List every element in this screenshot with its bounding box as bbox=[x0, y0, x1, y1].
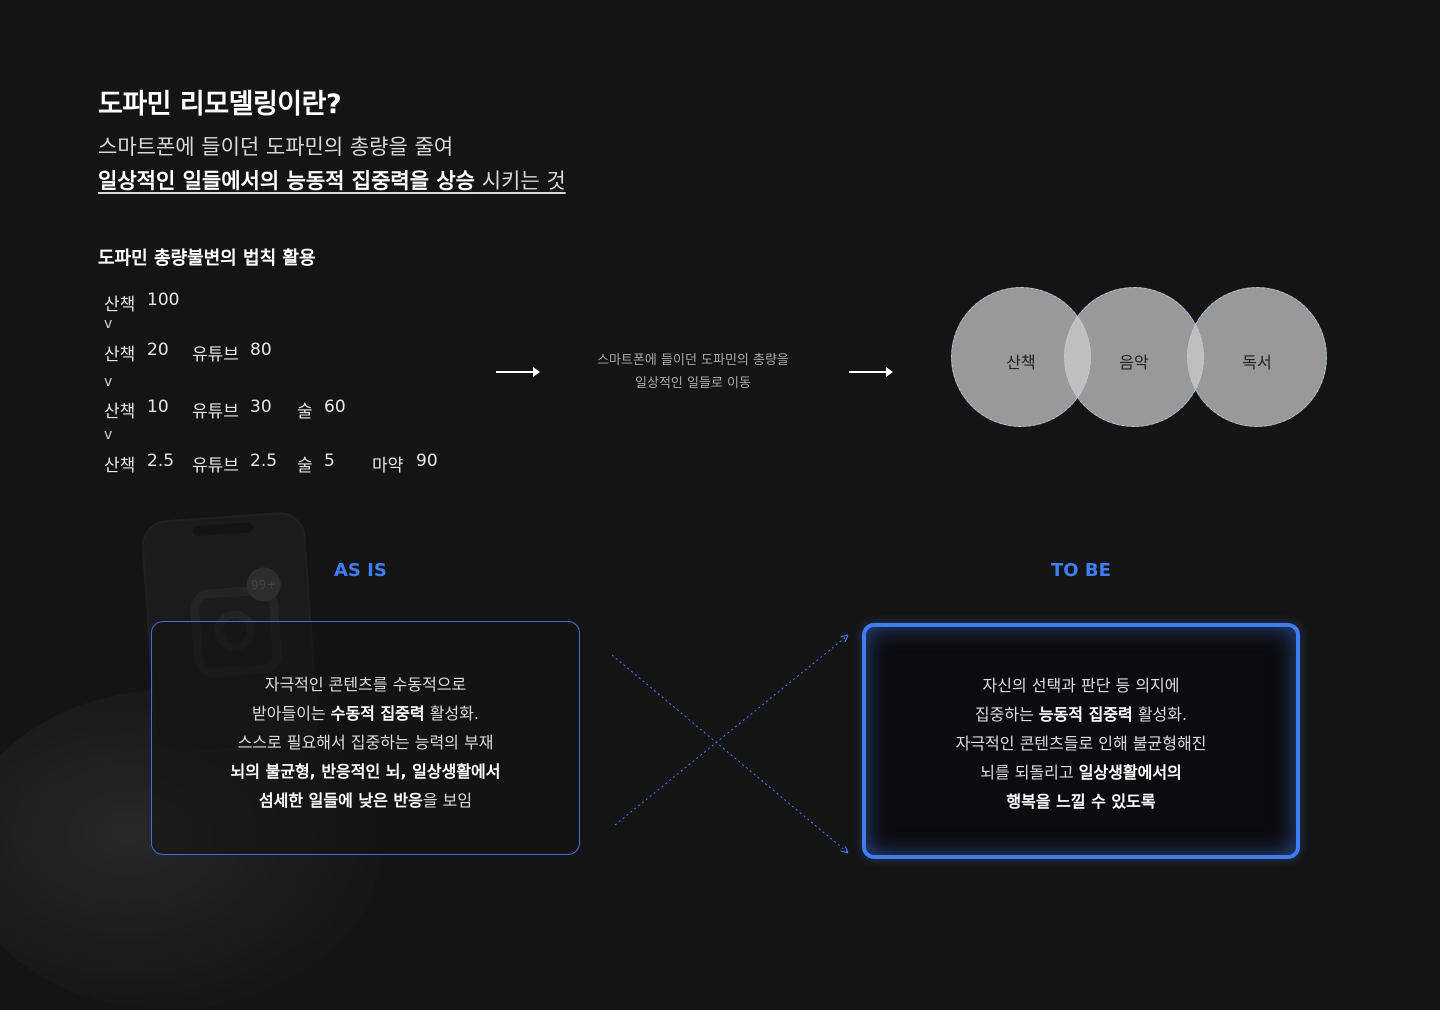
text-segment: 자극적인 콘텐츠들로 인해 불균형해진 bbox=[955, 734, 1207, 753]
section-subtitle: 도파민 총량불변의 법칙 활용 bbox=[98, 248, 316, 269]
text-segment-bold: 섬세한 일들에 낮은 반응 bbox=[258, 791, 423, 810]
to-be-box: 자신의 선택과 판단 등 의지에 집중하는 능동적 집중력 활성화. 자극적인 … bbox=[862, 623, 1300, 859]
flow-line-1: 스마트폰에 들이던 도파민의 총량을 bbox=[597, 353, 789, 368]
text-segment: 을 보임 bbox=[422, 791, 473, 810]
row-value: 20 bbox=[147, 340, 169, 360]
text-segment: 받아들이는 bbox=[252, 704, 331, 723]
asis-to-tobe-line bbox=[614, 636, 847, 826]
text-segment-bold: 행복을 느낄 수 있도록 bbox=[1006, 792, 1156, 811]
as-is-line: 스스로 필요해서 집중하는 능력의 부재 bbox=[152, 728, 579, 757]
row-label: 산책 bbox=[104, 295, 136, 315]
description-highlight: 일상적인 일들에서의 능동적 집중력을 상승 bbox=[98, 169, 476, 193]
to-be-line: 자극적인 콘텐츠들로 인해 불균형해진 bbox=[866, 729, 1296, 758]
row-label: 마약 bbox=[372, 456, 404, 476]
as-is-line: 받아들이는 수동적 집중력 활성화. bbox=[152, 699, 579, 728]
as-is-heading: AS IS bbox=[334, 560, 387, 581]
text-segment: 집중하는 bbox=[974, 705, 1039, 724]
down-chevron-icon: v bbox=[104, 374, 113, 390]
flow-line-2: 일상적인 일들로 이동 bbox=[635, 376, 751, 391]
row-value: 80 bbox=[250, 340, 272, 360]
row-label: 유튜브 bbox=[192, 402, 239, 422]
venn-label-reading: 독서 bbox=[1242, 353, 1272, 372]
as-is-text: 자극적인 콘텐츠를 수동적으로 받아들이는 수동적 집중력 활성화. 스스로 필… bbox=[152, 670, 579, 815]
tobe-to-asis-line bbox=[611, 654, 847, 852]
description-line-2: 일상적인 일들에서의 능동적 집중력을 상승 시키는 것 bbox=[98, 165, 566, 195]
text-segment-bold: 뇌의 불균형, 반응적인 뇌, 일상생활에서 bbox=[230, 762, 501, 781]
to-be-heading: TO BE bbox=[1051, 560, 1111, 581]
as-is-box: 자극적인 콘텐츠를 수동적으로 받아들이는 수동적 집중력 활성화. 스스로 필… bbox=[151, 621, 580, 855]
row-value: 30 bbox=[250, 397, 272, 417]
description-rest: 시키는 것 bbox=[475, 169, 566, 193]
to-be-line: 뇌를 되돌리고 일상생활에서의 bbox=[866, 758, 1296, 787]
row-label: 산책 bbox=[104, 402, 136, 422]
row-label: 유튜브 bbox=[192, 456, 239, 476]
text-segment: 활성화. bbox=[1132, 705, 1188, 724]
text-segment: 활성화. bbox=[424, 704, 479, 723]
text-segment: 스스로 필요해서 집중하는 능력의 부재 bbox=[237, 733, 494, 752]
to-be-line: 행복을 느낄 수 있도록 bbox=[866, 787, 1296, 816]
text-segment: 자극적인 콘텐츠를 수동적으로 bbox=[264, 675, 467, 694]
row-value: 90 bbox=[416, 451, 438, 471]
to-be-line: 집중하는 능동적 집중력 활성화. bbox=[866, 700, 1296, 729]
as-is-line: 뇌의 불균형, 반응적인 뇌, 일상생활에서 bbox=[152, 757, 579, 786]
text-segment-bold: 능동적 집중력 bbox=[1038, 705, 1133, 724]
row-label: 술 bbox=[297, 456, 313, 476]
right-arrow-icon bbox=[496, 367, 540, 377]
venn-label-music: 음악 bbox=[1119, 353, 1149, 372]
as-is-line: 섬세한 일들에 낮은 반응을 보임 bbox=[152, 786, 579, 815]
row-value: 5 bbox=[324, 451, 335, 471]
down-chevron-icon: v bbox=[104, 427, 113, 443]
row-label: 유튜브 bbox=[192, 345, 239, 365]
row-value: 100 bbox=[147, 290, 180, 310]
as-is-line: 자극적인 콘텐츠를 수동적으로 bbox=[152, 670, 579, 699]
text-segment-bold: 수동적 집중력 bbox=[330, 704, 425, 723]
right-arrow-icon bbox=[849, 367, 893, 377]
to-be-text: 자신의 선택과 판단 등 의지에 집중하는 능동적 집중력 활성화. 자극적인 … bbox=[866, 671, 1296, 816]
row-value: 2.5 bbox=[147, 451, 175, 471]
to-be-line: 자신의 선택과 판단 등 의지에 bbox=[866, 671, 1296, 700]
down-chevron-icon: v bbox=[104, 316, 113, 332]
row-label: 산책 bbox=[104, 345, 136, 365]
row-value: 60 bbox=[324, 397, 346, 417]
row-value: 10 bbox=[147, 397, 169, 417]
row-value: 2.5 bbox=[250, 451, 278, 471]
text-segment: 뇌를 되돌리고 bbox=[980, 763, 1079, 782]
row-label: 술 bbox=[297, 402, 313, 422]
venn-label-walk: 산책 bbox=[1006, 353, 1036, 372]
description-line-1: 스마트폰에 들이던 도파민의 총량을 줄여 bbox=[98, 135, 454, 159]
page-title: 도파민 리모델링이란? bbox=[98, 89, 342, 120]
row-label: 산책 bbox=[104, 456, 136, 476]
flow-description: 스마트폰에 들이던 도파민의 총량을 일상적인 일들로 이동 bbox=[560, 349, 826, 395]
text-segment-bold: 일상생활에서의 bbox=[1078, 763, 1182, 782]
text-segment: 자신의 선택과 판단 등 의지에 bbox=[982, 676, 1180, 695]
